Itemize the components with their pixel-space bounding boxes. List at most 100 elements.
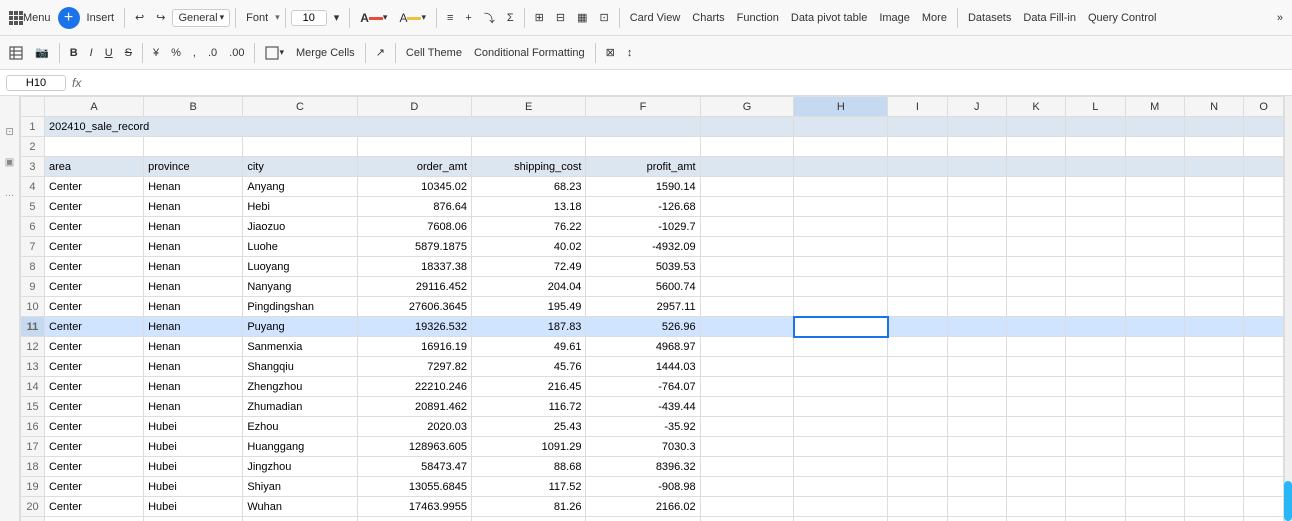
cell-o[interactable] (1244, 357, 1284, 377)
left-icon-3[interactable]: … (5, 188, 15, 199)
cell-order-amt[interactable]: 27606.3645 (357, 297, 471, 317)
cell-m[interactable] (1125, 197, 1184, 217)
more-button[interactable]: More (917, 10, 952, 26)
cell-city[interactable]: Luoyang (243, 257, 357, 277)
cell-2-6[interactable] (700, 137, 794, 157)
cell-g[interactable] (700, 237, 794, 257)
cell-2-2[interactable] (243, 137, 357, 157)
cell-n[interactable] (1184, 377, 1243, 397)
cell-l[interactable] (1066, 357, 1125, 377)
cell-n[interactable] (1184, 177, 1243, 197)
cell-2-11[interactable] (1066, 137, 1125, 157)
rn-1[interactable]: 1 (21, 117, 45, 137)
l1[interactable] (1066, 117, 1125, 137)
cell-n[interactable] (1184, 457, 1243, 477)
cell-i[interactable] (888, 357, 947, 377)
function-button[interactable]: Function (732, 10, 784, 26)
cell-order-amt[interactable]: 7608.06 (357, 217, 471, 237)
col-header-m[interactable]: M (1125, 97, 1184, 117)
n1[interactable] (1184, 117, 1243, 137)
cell-order-amt[interactable]: 16916.19 (357, 337, 471, 357)
cell-m[interactable] (1125, 337, 1184, 357)
cell-j[interactable] (947, 237, 1006, 257)
cell-province[interactable]: Hubei (144, 477, 243, 497)
cell-shipping-cost[interactable]: 25.43 (472, 417, 586, 437)
cell-area[interactable]: Center (44, 497, 143, 517)
cell-city[interactable]: Hebi (243, 197, 357, 217)
cell-h[interactable] (794, 477, 888, 497)
cell-order-amt[interactable]: 22210.246 (357, 377, 471, 397)
cell-j[interactable] (947, 397, 1006, 417)
cell-order-amt[interactable]: 18337.38 (357, 257, 471, 277)
query-control-button[interactable]: Query Control (1083, 10, 1161, 26)
insert-button[interactable]: + (58, 7, 80, 29)
cell-l[interactable] (1066, 437, 1125, 457)
cell-shipping-cost[interactable]: 13.18 (472, 197, 586, 217)
cell-province[interactable]: Henan (144, 257, 243, 277)
cell-h[interactable] (794, 357, 888, 377)
cell-j[interactable] (947, 497, 1006, 517)
cell-shipping-cost[interactable]: 1091.29 (472, 437, 586, 457)
row-height-button[interactable]: ↕ (622, 45, 638, 61)
row-number[interactable]: 7 (21, 237, 45, 257)
cell-g[interactable] (700, 317, 794, 337)
font-size-input[interactable] (291, 10, 327, 26)
cell-k[interactable] (1006, 317, 1065, 337)
row-number[interactable]: 17 (21, 437, 45, 457)
cell-province[interactable]: Hubei (144, 437, 243, 457)
cell-k[interactable] (1006, 337, 1065, 357)
cell-reference-input[interactable] (6, 75, 66, 91)
cell-o[interactable] (1244, 317, 1284, 337)
underline-button[interactable]: U (100, 45, 118, 61)
text-color-button[interactable]: A ▾ (355, 9, 392, 27)
cell-o[interactable] (1244, 337, 1284, 357)
cell-h[interactable] (794, 397, 888, 417)
font-size-dropdown[interactable]: ▾ (329, 9, 345, 26)
cell-n[interactable] (1184, 357, 1243, 377)
cell-city[interactable]: Xiangyang (243, 517, 357, 521)
cell-shipping-cost[interactable]: 117.52 (472, 477, 586, 497)
cell-j[interactable] (947, 257, 1006, 277)
cell-profit-amt[interactable]: 4968.97 (586, 337, 700, 357)
cell-o[interactable] (1244, 177, 1284, 197)
cell-j[interactable] (947, 357, 1006, 377)
cell-k[interactable] (1006, 357, 1065, 377)
view-toggle-button[interactable]: ▦ (572, 9, 592, 26)
insert-row-button[interactable]: + (460, 10, 476, 26)
cell-o[interactable] (1244, 497, 1284, 517)
header-m[interactable] (1125, 157, 1184, 177)
cell-profit-amt[interactable]: -1029.7 (586, 217, 700, 237)
cell-g[interactable] (700, 177, 794, 197)
cell-area[interactable]: Center (44, 197, 143, 217)
cell-l[interactable] (1066, 517, 1125, 521)
cell-province[interactable]: Hubei (144, 517, 243, 521)
cell-l[interactable] (1066, 457, 1125, 477)
col-header-j[interactable]: J (947, 97, 1006, 117)
cell-n[interactable] (1184, 197, 1243, 217)
cell-n[interactable] (1184, 237, 1243, 257)
cell-j[interactable] (947, 517, 1006, 521)
cell-city[interactable]: Zhengzhou (243, 377, 357, 397)
left-icon-1[interactable]: ⊡ (4, 127, 15, 135)
cell-n[interactable] (1184, 257, 1243, 277)
row-number[interactable]: 10 (21, 297, 45, 317)
cell-i[interactable] (888, 297, 947, 317)
header-o[interactable] (1244, 157, 1284, 177)
sum-button[interactable]: Σ (502, 10, 519, 26)
cell-l[interactable] (1066, 477, 1125, 497)
cell-o[interactable] (1244, 417, 1284, 437)
col-header-c[interactable]: C (243, 97, 357, 117)
cell-j[interactable] (947, 217, 1006, 237)
col-header-h[interactable]: H (794, 97, 888, 117)
cell-k[interactable] (1006, 477, 1065, 497)
cell-g[interactable] (700, 197, 794, 217)
cell-g[interactable] (700, 497, 794, 517)
grid-menu-button[interactable]: Menu (4, 9, 56, 27)
cell-k[interactable] (1006, 457, 1065, 477)
cell-l[interactable] (1066, 377, 1125, 397)
cell-h[interactable] (794, 417, 888, 437)
header-city[interactable]: city (243, 157, 357, 177)
cell-h[interactable] (794, 297, 888, 317)
filter-button[interactable]: ⊟ (551, 9, 570, 26)
col-header-l[interactable]: L (1066, 97, 1125, 117)
